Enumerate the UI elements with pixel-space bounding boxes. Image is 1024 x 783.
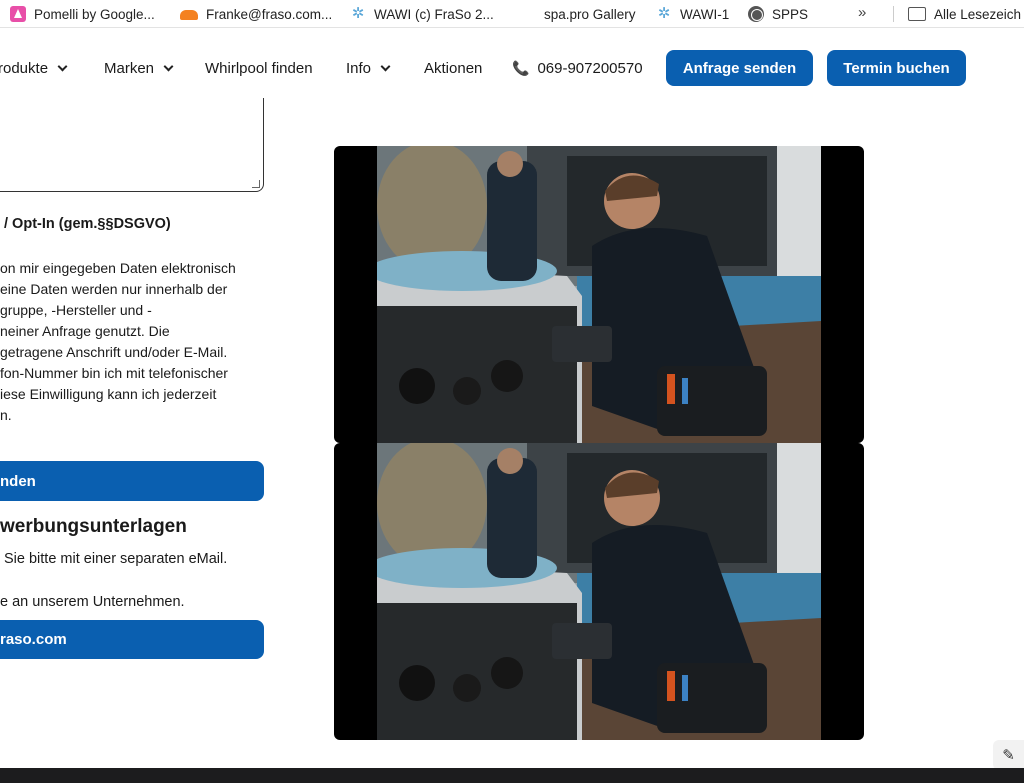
pomelli-icon [10, 6, 26, 22]
nav-label: rodukte [0, 59, 49, 77]
technician-photo [334, 146, 864, 443]
consent-text-line: iese Einwilligung kann ich jederzeit [0, 386, 217, 402]
bookmark-pomelli[interactable]: Pomelli by Google... [10, 4, 155, 24]
photo-illustration [377, 443, 821, 740]
nav-marken[interactable]: Marken [104, 36, 174, 100]
bookmarks-divider [893, 6, 894, 22]
technician-photo [334, 443, 864, 740]
bookmark-franke[interactable]: Franke@fraso.com... [180, 4, 332, 24]
nav-produkte[interactable]: rodukte [0, 36, 68, 100]
bookmark-wawi-1[interactable]: ✲ WAWI-1 [656, 4, 730, 24]
bookmark-spa-pro-gallery[interactable]: spa.pro Gallery [544, 4, 636, 24]
consent-text-line: on mir eingegeben Daten elektronisch [0, 260, 236, 276]
folder-icon [908, 7, 926, 21]
bewerbung-text: Sie bitte mit einer separaten eMail. [4, 551, 228, 567]
star-icon: ✲ [351, 5, 365, 22]
nav-label: Info [346, 59, 372, 77]
consent-text-line: getragene Anschrift und/oder E-Mail. [0, 344, 228, 360]
nav-phone-link[interactable]: 📞 069-907200570 [512, 36, 643, 100]
bookmark-label: Franke@fraso.com... [206, 6, 333, 22]
star-icon: ✲ [657, 5, 671, 22]
chevron-down-icon [57, 61, 68, 71]
consent-text-line: eine Daten werden nur innerhalb der [0, 281, 228, 297]
all-bookmarks-folder[interactable]: Alle Lesezeich [908, 4, 1021, 24]
nav-label: Whirlpool finden [205, 59, 313, 77]
more-bookmarks-button[interactable]: » [858, 4, 866, 21]
phone-number: 069-907200570 [537, 59, 643, 77]
photo-illustration [377, 146, 821, 443]
email-link-button[interactable]: raso.com [0, 620, 264, 659]
bookmarks-bar: Pomelli by Google... Franke@fraso.com...… [0, 0, 1024, 28]
browser-viewport: Pomelli by Google... Franke@fraso.com...… [0, 0, 1024, 783]
anfrage-senden-button[interactable]: Anfrage senden [666, 50, 813, 86]
bookmark-label: WAWI (c) FraSo 2... [374, 6, 494, 22]
consent-text-line: fon-Nummer bin ich mit telefonischer [0, 365, 228, 381]
bookmark-wawi-fraso[interactable]: ✲ WAWI (c) FraSo 2... [350, 4, 494, 24]
termin-buchen-button[interactable]: Termin buchen [827, 50, 966, 86]
nav-label: Aktionen [424, 59, 483, 77]
chevron-down-icon [163, 61, 174, 71]
nav-label: Marken [104, 59, 155, 77]
edit-pencil-button[interactable]: ✎ [993, 740, 1024, 770]
nav-aktionen[interactable]: Aktionen [424, 36, 482, 100]
bookmark-label: spa.pro Gallery [544, 6, 636, 22]
main-navigation: rodukte Marken Whirlpool finden Info Akt… [0, 36, 1024, 100]
bewerbung-text: e an unserem Unternehmen. [0, 594, 185, 610]
bookmark-label: Pomelli by Google... [34, 6, 155, 22]
bookmark-spps[interactable]: SPPS [748, 4, 808, 24]
consent-heading: / Opt-In (gem.§§DSGVO) [4, 216, 171, 232]
chevron-down-icon [380, 61, 391, 71]
phone-icon: 📞 [512, 59, 530, 76]
bookmark-label: Alle Lesezeich [934, 6, 1022, 22]
pencil-icon: ✎ [1002, 747, 1015, 764]
nav-whirlpool-finden[interactable]: Whirlpool finden [205, 36, 313, 100]
consent-text-line: gruppe, -Hersteller und - [0, 302, 152, 318]
consent-text-line: n. [0, 407, 12, 423]
bookmark-label: WAWI-1 [680, 6, 730, 22]
resize-handle[interactable] [252, 180, 260, 188]
taskbar [0, 768, 1024, 783]
consent-text-line: neiner Anfrage genutzt. Die [0, 323, 170, 339]
nav-info[interactable]: Info [346, 36, 391, 100]
form-submit-button[interactable]: nden [0, 461, 264, 501]
globe-icon [748, 6, 764, 22]
message-textarea[interactable] [0, 98, 264, 192]
bewerbung-heading: werbungsunterlagen [0, 516, 187, 537]
bookmark-label: SPPS [772, 6, 809, 22]
cloud-icon [180, 10, 198, 20]
